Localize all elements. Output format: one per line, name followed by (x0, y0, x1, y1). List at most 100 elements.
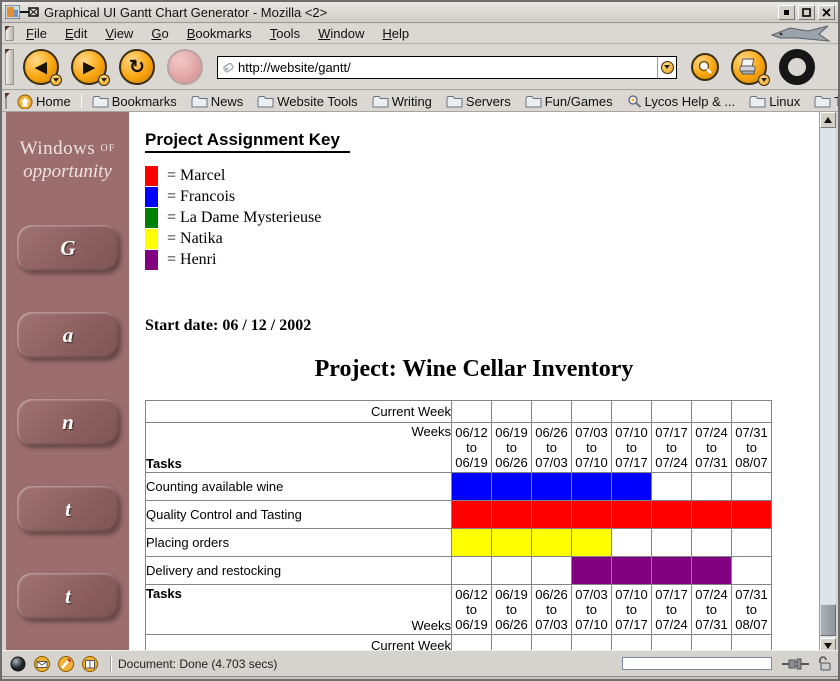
week-header: 07/03to07/10 (572, 423, 612, 473)
week-header: 07/24to07/31 (692, 585, 732, 635)
maximize-button[interactable] (798, 5, 815, 20)
task-row-quality: Quality Control and Tasting (146, 501, 772, 529)
menu-view[interactable]: View (96, 24, 142, 43)
browser-window: Graphical UI Gantt Chart Generator - Moz… (0, 0, 840, 681)
menu-help[interactable]: Help (373, 24, 418, 43)
online-plug-icon[interactable] (782, 657, 810, 671)
project-title: Project: Wine Cellar Inventory (129, 356, 819, 382)
key-item-henri: = Henri (145, 249, 819, 270)
brand-logo: Windows OF opportunity (6, 138, 129, 183)
forward-button[interactable]: ▶ (71, 49, 107, 85)
menu-file[interactable]: File (17, 24, 56, 43)
gantt-bar-cell (532, 529, 572, 557)
week-header: 07/31to08/07 (732, 585, 772, 635)
gantt-bar-cell (692, 501, 732, 529)
bookmark-folder-writing[interactable]: Writing (372, 94, 432, 109)
sidebar-button-n[interactable]: n (17, 399, 119, 445)
mozilla-throbber-icon[interactable] (779, 49, 815, 85)
week-header: 07/03to07/10 (572, 585, 612, 635)
task-row-delivery: Delivery and restocking (146, 557, 772, 585)
bookmark-lycos-help[interactable]: Lycos Help & ... (627, 94, 736, 109)
search-icon (697, 59, 713, 75)
gantt-bar-cell (732, 473, 772, 501)
sidebar-button-t1[interactable]: t (17, 486, 119, 532)
addressbook-component-button[interactable] (80, 655, 100, 673)
menu-go[interactable]: Go (142, 24, 177, 43)
gantt-bar-cell (732, 557, 772, 585)
gantt-bar-cell (492, 473, 532, 501)
vertical-scrollbar[interactable] (819, 112, 836, 654)
menu-edit[interactable]: Edit (56, 24, 96, 43)
gantt-bar-cell (612, 473, 652, 501)
gantt-bar-cell (452, 529, 492, 557)
folder-icon (814, 95, 831, 108)
sidebar-button-t2[interactable]: t (17, 573, 119, 619)
composer-pen-icon (57, 656, 75, 672)
scroll-up-icon (824, 117, 832, 123)
week-header: 07/10to07/17 (612, 585, 652, 635)
scrollbar-thumb[interactable] (820, 604, 836, 636)
close-button[interactable] (818, 5, 835, 20)
sidebar-button-g[interactable]: G (17, 225, 119, 271)
gantt-bar-cell (532, 557, 572, 585)
gantt-bar-cell (532, 473, 572, 501)
week-header: 07/17to07/24 (652, 423, 692, 473)
back-button[interactable]: ◀ (23, 49, 59, 85)
bookmark-folder-temp[interactable]: TEMP (814, 94, 838, 109)
url-dropdown-button[interactable] (657, 57, 676, 78)
navigator-component-button[interactable] (8, 655, 28, 673)
search-button[interactable] (691, 53, 719, 81)
folder-icon (257, 95, 274, 108)
status-bar: Document: Done (4.703 secs) (2, 650, 838, 676)
bookmark-folder-bookmarks[interactable]: Bookmarks (92, 94, 177, 109)
stop-button[interactable] (167, 49, 203, 85)
week-header-row-top: Weeks Tasks 06/12to06/19 06/19to06/26 06… (146, 423, 772, 473)
navigation-toolbar: ◀ ▶ ↻ (2, 45, 838, 90)
gantt-bar-cell (692, 473, 732, 501)
security-lock-open-icon[interactable] (818, 656, 832, 671)
bookmark-folder-website-tools[interactable]: Website Tools (257, 94, 357, 109)
bookmark-home[interactable]: Home (17, 94, 71, 109)
week-header: 07/24to07/31 (692, 423, 732, 473)
composer-component-button[interactable] (56, 655, 76, 673)
back-dropdown[interactable] (50, 74, 62, 86)
print-button[interactable] (731, 49, 767, 85)
menu-window[interactable]: Window (309, 24, 373, 43)
bookmark-folder-linux[interactable]: Linux (749, 94, 800, 109)
menubar-grippy[interactable] (5, 26, 14, 41)
task-row-counting: Counting available wine (146, 473, 772, 501)
url-dropdown-arrow-icon (661, 61, 674, 74)
title-bar[interactable]: Graphical UI Gantt Chart Generator - Moz… (2, 2, 838, 23)
page-proxy-icon[interactable] (222, 60, 236, 74)
minimize-button[interactable] (778, 5, 795, 20)
bookmark-folder-servers[interactable]: Servers (446, 94, 511, 109)
week-header: 06/12to06/19 (452, 585, 492, 635)
scroll-up-button[interactable] (820, 112, 836, 128)
scroll-down-icon (824, 643, 832, 649)
reload-button[interactable]: ↻ (119, 49, 155, 85)
menu-tools[interactable]: Tools (261, 24, 309, 43)
menu-bookmarks[interactable]: Bookmarks (178, 24, 261, 43)
gantt-bar-cell (492, 529, 532, 557)
week-header: 07/17to07/24 (652, 585, 692, 635)
print-dropdown[interactable] (758, 74, 770, 86)
key-title: Project Assignment Key (145, 130, 350, 153)
bookmark-folder-news[interactable]: News (191, 94, 244, 109)
bookbar-grippy[interactable] (5, 93, 7, 109)
mail-component-button[interactable] (32, 655, 52, 673)
navbar-grippy[interactable] (5, 49, 14, 84)
window-pin-icon[interactable] (20, 7, 40, 17)
gantt-bar-cell (732, 529, 772, 557)
bookmark-folder-fun-games[interactable]: Fun/Games (525, 94, 613, 109)
close-icon (822, 8, 831, 17)
forward-arrow-icon: ▶ (83, 60, 95, 75)
sidebar-button-a[interactable]: a (17, 312, 119, 358)
url-input[interactable] (236, 60, 657, 75)
sidebar-frame: Windows OF opportunity G a n t t (6, 112, 129, 654)
gantt-bar-cell (572, 473, 612, 501)
key-item-marcel: = Marcel (145, 165, 819, 186)
folder-icon (372, 95, 389, 108)
url-bar[interactable] (217, 56, 677, 79)
forward-dropdown[interactable] (98, 74, 110, 86)
folder-icon (191, 95, 208, 108)
